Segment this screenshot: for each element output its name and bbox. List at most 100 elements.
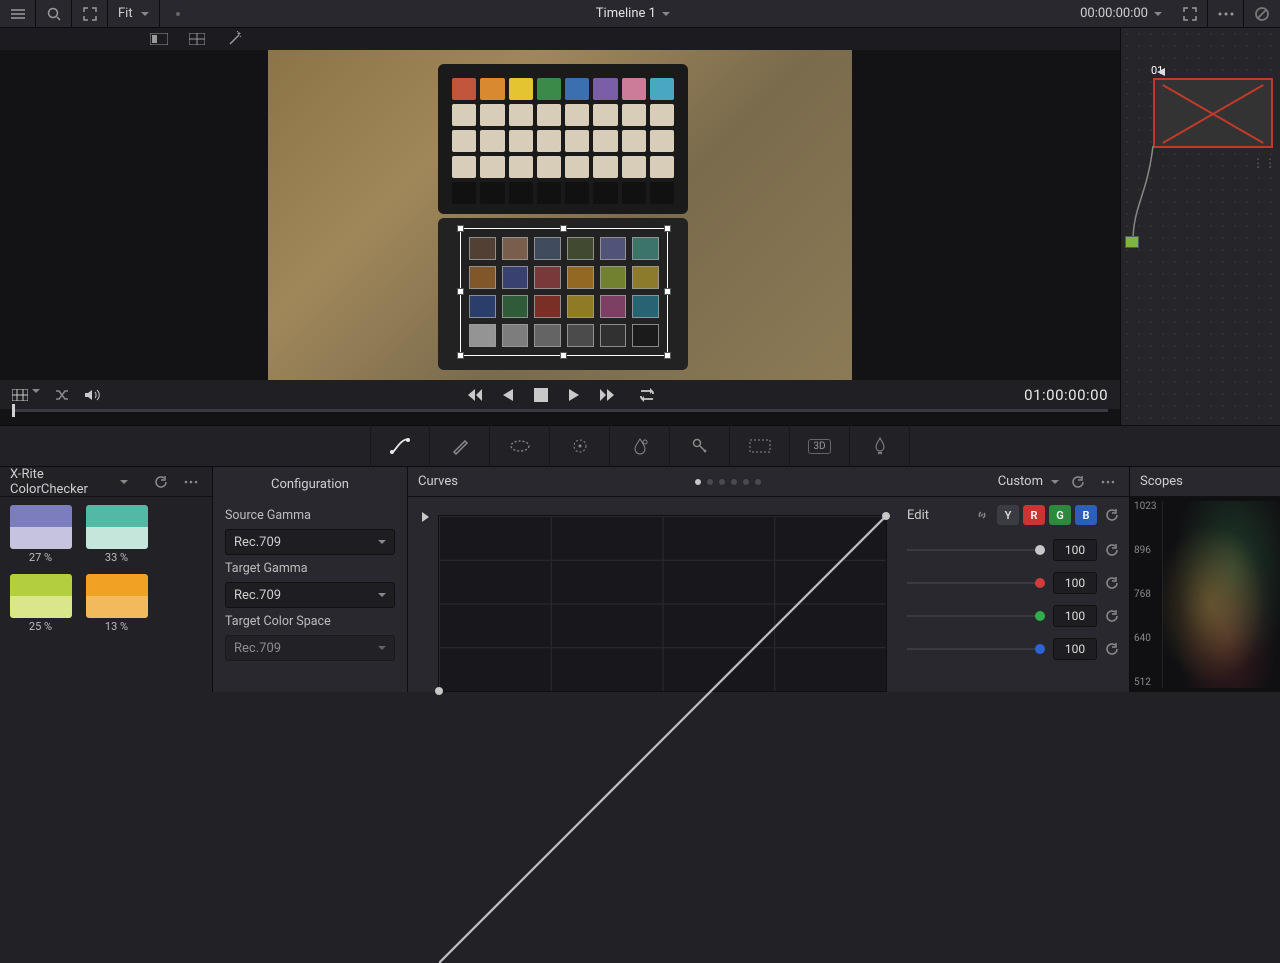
transport-timecode[interactable]: 01:00:00:00 (1024, 386, 1108, 404)
match-swatch[interactable] (10, 505, 72, 549)
prev-frame-icon[interactable] (502, 388, 514, 402)
tool-sizing-icon[interactable] (730, 425, 790, 467)
grid-view-icon[interactable] (183, 28, 211, 50)
scrub-knob[interactable] (12, 404, 15, 417)
tool-key-icon[interactable] (670, 425, 730, 467)
chevron-down-icon[interactable] (1051, 480, 1059, 484)
reset-icon[interactable] (1105, 642, 1119, 656)
curves-page-dots[interactable] (695, 479, 761, 485)
expand-icon[interactable] (72, 0, 108, 28)
reset-icon[interactable] (1067, 475, 1089, 489)
shuffle-icon[interactable] (54, 388, 70, 402)
tool-fx-icon[interactable] (850, 425, 910, 467)
intensity-value[interactable]: 100 (1053, 539, 1097, 561)
reset-icon[interactable] (150, 475, 172, 489)
channel-g-button[interactable]: G (1049, 505, 1071, 525)
stop-icon[interactable] (534, 388, 548, 402)
thumbnail-mode-icon[interactable] (12, 389, 40, 401)
go-last-icon[interactable] (600, 388, 618, 402)
menu-icon[interactable] (0, 0, 36, 28)
timeline-name[interactable]: Timeline 1 (596, 6, 656, 21)
more-icon[interactable] (1208, 0, 1244, 28)
tool-window-icon[interactable] (490, 425, 550, 467)
overlay-handle[interactable] (664, 225, 671, 232)
reset-icon[interactable] (1105, 576, 1119, 590)
overlay-handle[interactable] (457, 225, 464, 232)
channel-y-button[interactable]: Y (997, 505, 1019, 525)
tool-3d-icon[interactable]: 3D (790, 425, 850, 467)
color-match-preset[interactable]: X-Rite ColorChecker (10, 467, 112, 497)
intensity-value[interactable]: 100 (1053, 572, 1097, 594)
scrub-track[interactable] (12, 409, 1108, 412)
slider-knob[interactable] (1035, 611, 1045, 621)
histogram-toggle-icon[interactable] (422, 512, 429, 522)
channel-b-button[interactable]: B (1075, 505, 1097, 525)
curve-point[interactable] (435, 687, 443, 695)
overlay-handle[interactable] (664, 288, 671, 295)
curves-mode[interactable]: Custom (998, 474, 1043, 489)
match-swatch[interactable] (86, 505, 148, 549)
viewer-canvas[interactable] (0, 50, 1120, 380)
chevron-down-icon[interactable] (662, 12, 670, 16)
more-icon[interactable] (1097, 480, 1119, 484)
target-colorspace-select[interactable]: Rec.709 (225, 635, 395, 661)
chevron-down-icon (378, 646, 386, 650)
overlay-handle[interactable] (664, 352, 671, 359)
node-graph[interactable]: 01 ⋮⋮ (1120, 28, 1280, 425)
channel-r-button[interactable]: R (1023, 505, 1045, 525)
tool-curves-icon[interactable] (370, 425, 430, 467)
loop-icon[interactable] (638, 388, 656, 402)
overlay-handle[interactable] (457, 352, 464, 359)
viewer-timecode[interactable]: 00:00:00:00 (1070, 6, 1172, 21)
scope-display[interactable]: 1023896768640512 (1130, 497, 1280, 692)
more-icon[interactable] (180, 480, 202, 484)
slider-knob[interactable] (1035, 545, 1045, 555)
intensity-value[interactable]: 100 (1053, 605, 1097, 627)
curve-point[interactable] (882, 512, 890, 520)
overlay-handle[interactable] (560, 225, 567, 232)
target-gamma-select[interactable]: Rec.709 (225, 582, 395, 608)
fullscreen-icon[interactable] (1172, 0, 1208, 28)
color-match-overlay[interactable] (460, 228, 668, 356)
magic-wand-icon[interactable] (221, 28, 249, 50)
reset-icon[interactable] (1105, 609, 1119, 623)
slider-knob[interactable] (1035, 578, 1045, 588)
match-swatch[interactable] (86, 574, 148, 618)
source-gamma-select[interactable]: Rec.709 (225, 529, 395, 555)
reset-icon[interactable] (1105, 543, 1119, 557)
intensity-value[interactable]: 100 (1053, 638, 1097, 660)
intensity-slider[interactable] (907, 648, 1045, 650)
zoom-fit-select[interactable]: Fit (108, 0, 160, 28)
match-swatch-pct: 27 % (10, 551, 72, 564)
speaker-icon[interactable] (84, 388, 100, 402)
disable-icon[interactable] (1244, 0, 1280, 28)
play-icon[interactable] (568, 388, 580, 402)
scope-tick: 640 (1134, 633, 1156, 644)
chevron-down-icon[interactable] (120, 480, 128, 484)
single-view-icon[interactable] (145, 28, 173, 50)
scope-waveform (1162, 501, 1280, 688)
tool-qualifier-icon[interactable] (430, 425, 490, 467)
reset-icon[interactable] (1105, 508, 1119, 522)
target-gamma-label: Target Gamma (225, 561, 395, 576)
marker-dot-icon[interactable] (160, 0, 196, 28)
output-node[interactable] (1125, 236, 1139, 248)
intensity-slider[interactable] (907, 615, 1045, 617)
curves-title: Curves (418, 474, 458, 489)
search-icon[interactable] (36, 0, 72, 28)
chevron-down-icon (378, 593, 386, 597)
match-swatch-pct: 33 % (86, 551, 148, 564)
corrector-node[interactable] (1153, 78, 1273, 148)
overlay-handle[interactable] (560, 352, 567, 359)
intensity-slider[interactable] (907, 582, 1045, 584)
tool-blur-icon[interactable] (610, 425, 670, 467)
overlay-handle[interactable] (457, 288, 464, 295)
curves-graph[interactable] (438, 515, 887, 692)
match-swatch[interactable] (10, 574, 72, 618)
go-first-icon[interactable] (464, 388, 482, 402)
grip-icon[interactable]: ⋮⋮ (1252, 156, 1276, 170)
intensity-slider[interactable] (907, 549, 1045, 551)
slider-knob[interactable] (1035, 644, 1045, 654)
tool-tracker-icon[interactable] (550, 425, 610, 467)
link-icon[interactable] (975, 508, 989, 522)
